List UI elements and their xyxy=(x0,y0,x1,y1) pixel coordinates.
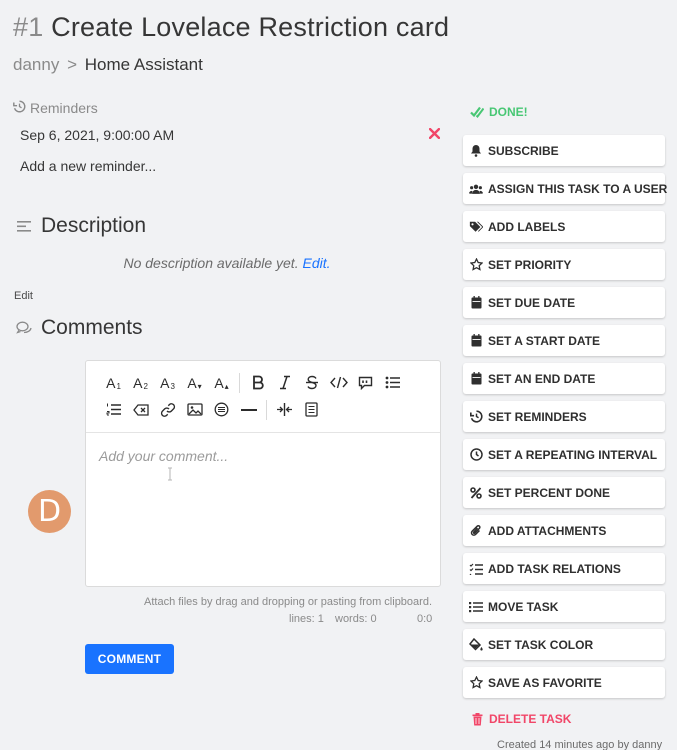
reminders-heading: Reminders xyxy=(13,100,98,116)
heading-2-button[interactable]: A2 xyxy=(127,371,154,395)
star-icon xyxy=(469,676,483,690)
tasks-icon xyxy=(469,562,483,576)
percent-icon xyxy=(469,486,483,500)
toolbar-divider xyxy=(239,372,240,393)
task-number: #1 xyxy=(13,12,44,42)
editor-toolbar: A1 A2 A3 A ▾ A ▴ xyxy=(86,361,440,433)
heading-smaller-button[interactable]: A ▾ xyxy=(181,371,208,395)
comment-editor: A1 A2 A3 A ▾ A ▴ Add your comment... xyxy=(85,360,441,587)
add-task-relations-button[interactable]: ADD TASK RELATIONS xyxy=(463,553,665,584)
done-button[interactable]: DONE! xyxy=(463,96,665,128)
comments-label: Comments xyxy=(41,316,143,339)
avatar: D xyxy=(28,490,71,533)
breadcrumb-parent-project[interactable]: danny xyxy=(13,55,59,74)
no-description-text: No description available yet. Edit. xyxy=(123,255,331,271)
comments-heading: Comments xyxy=(16,316,143,340)
history-icon xyxy=(13,100,26,116)
set-start-date-button[interactable]: SET A START DATE xyxy=(463,325,665,356)
subscribe-button[interactable]: SUBSCRIBE xyxy=(463,135,665,166)
clean-block-icon[interactable] xyxy=(127,398,154,422)
description-heading: Description xyxy=(16,214,146,238)
status-lines: lines: 1 xyxy=(289,613,324,625)
quote-icon[interactable] xyxy=(352,371,379,395)
reminder-date[interactable]: Sep 6, 2021, 9:00:00 AM xyxy=(20,127,174,143)
description-edit-inline-link[interactable]: Edit. xyxy=(302,255,330,271)
set-end-date-button[interactable]: SET AN END DATE xyxy=(463,363,665,394)
side-by-side-icon[interactable] xyxy=(271,398,298,422)
created-info: Created 14 minutes ago by danny xyxy=(497,739,663,750)
status-cursor: 0:0 xyxy=(417,613,433,625)
add-labels-button[interactable]: ADD LABELS xyxy=(463,211,665,242)
calendar-icon xyxy=(469,334,483,348)
bell-icon xyxy=(469,144,483,158)
comment-button[interactable]: COMMENT xyxy=(85,644,174,674)
set-repeating-interval-button[interactable]: SET A REPEATING INTERVAL xyxy=(463,439,665,470)
task-title[interactable]: Create Lovelace Restriction card xyxy=(51,12,449,42)
description-edit-link[interactable]: Edit xyxy=(14,290,33,302)
fill-drip-icon xyxy=(469,638,483,652)
calendar-icon xyxy=(469,296,483,310)
check-double-icon xyxy=(470,105,484,119)
description-label: Description xyxy=(41,214,147,237)
list-icon xyxy=(469,600,483,614)
code-icon[interactable] xyxy=(325,371,352,395)
add-reminder-input[interactable]: Add a new reminder... xyxy=(20,158,156,174)
set-task-color-button[interactable]: SET TASK COLOR xyxy=(463,629,665,660)
guide-icon[interactable] xyxy=(298,398,325,422)
text-cursor-icon xyxy=(168,467,172,481)
add-attachments-button[interactable]: ADD ATTACHMENTS xyxy=(463,515,665,546)
tags-icon xyxy=(469,220,483,234)
breadcrumb: danny > Home Assistant xyxy=(13,55,203,75)
history-icon xyxy=(469,410,483,424)
users-icon xyxy=(469,182,483,196)
delete-task-button[interactable]: DELETE TASK xyxy=(463,703,665,735)
bullet-list-icon[interactable] xyxy=(379,371,406,395)
calendar-icon xyxy=(469,372,483,386)
paperclip-icon xyxy=(469,524,483,538)
task-actions: DONE! SUBSCRIBE ASSIGN THIS TASK TO A US… xyxy=(463,96,667,735)
clock-icon xyxy=(469,448,483,462)
link-icon[interactable] xyxy=(154,398,181,422)
heading-bigger-button[interactable]: A ▴ xyxy=(208,371,235,395)
breadcrumb-project[interactable]: Home Assistant xyxy=(85,55,203,74)
assign-user-button[interactable]: ASSIGN THIS TASK TO A USER xyxy=(463,173,667,204)
toolbar-divider xyxy=(266,399,267,420)
numbered-list-icon[interactable] xyxy=(100,398,127,422)
delete-reminder-icon[interactable] xyxy=(428,126,441,144)
horizontal-rule-icon[interactable] xyxy=(235,398,262,422)
trash-icon xyxy=(470,712,484,726)
set-reminders-button[interactable]: SET REMINDERS xyxy=(463,401,665,432)
heading-3-button[interactable]: A3 xyxy=(154,371,181,395)
save-as-favorite-button[interactable]: SAVE AS FAVORITE xyxy=(463,667,665,698)
star-icon xyxy=(469,258,483,272)
image-icon[interactable] xyxy=(181,398,208,422)
reminder-item[interactable]: Sep 6, 2021, 9:00:00 AM xyxy=(20,127,444,143)
heading-1-button[interactable]: A1 xyxy=(100,371,127,395)
align-left-icon xyxy=(16,218,33,235)
italic-icon[interactable] xyxy=(271,371,298,395)
task-heading: #1 Create Lovelace Restriction card xyxy=(13,12,449,43)
table-icon[interactable] xyxy=(208,398,235,422)
attach-hint: Attach files by drag and dropping or pas… xyxy=(144,596,432,608)
reminders-label: Reminders xyxy=(30,100,98,116)
breadcrumb-separator: > xyxy=(67,55,77,74)
comments-icon xyxy=(16,320,33,337)
move-task-button[interactable]: MOVE TASK xyxy=(463,591,665,622)
strikethrough-icon[interactable] xyxy=(298,371,325,395)
set-priority-button[interactable]: SET PRIORITY xyxy=(463,249,665,280)
bold-icon[interactable] xyxy=(244,371,271,395)
set-percent-done-button[interactable]: SET PERCENT DONE xyxy=(463,477,665,508)
set-due-date-button[interactable]: SET DUE DATE xyxy=(463,287,665,318)
status-words: words: 0 xyxy=(335,613,377,625)
comment-input[interactable]: Add your comment... xyxy=(86,433,440,479)
